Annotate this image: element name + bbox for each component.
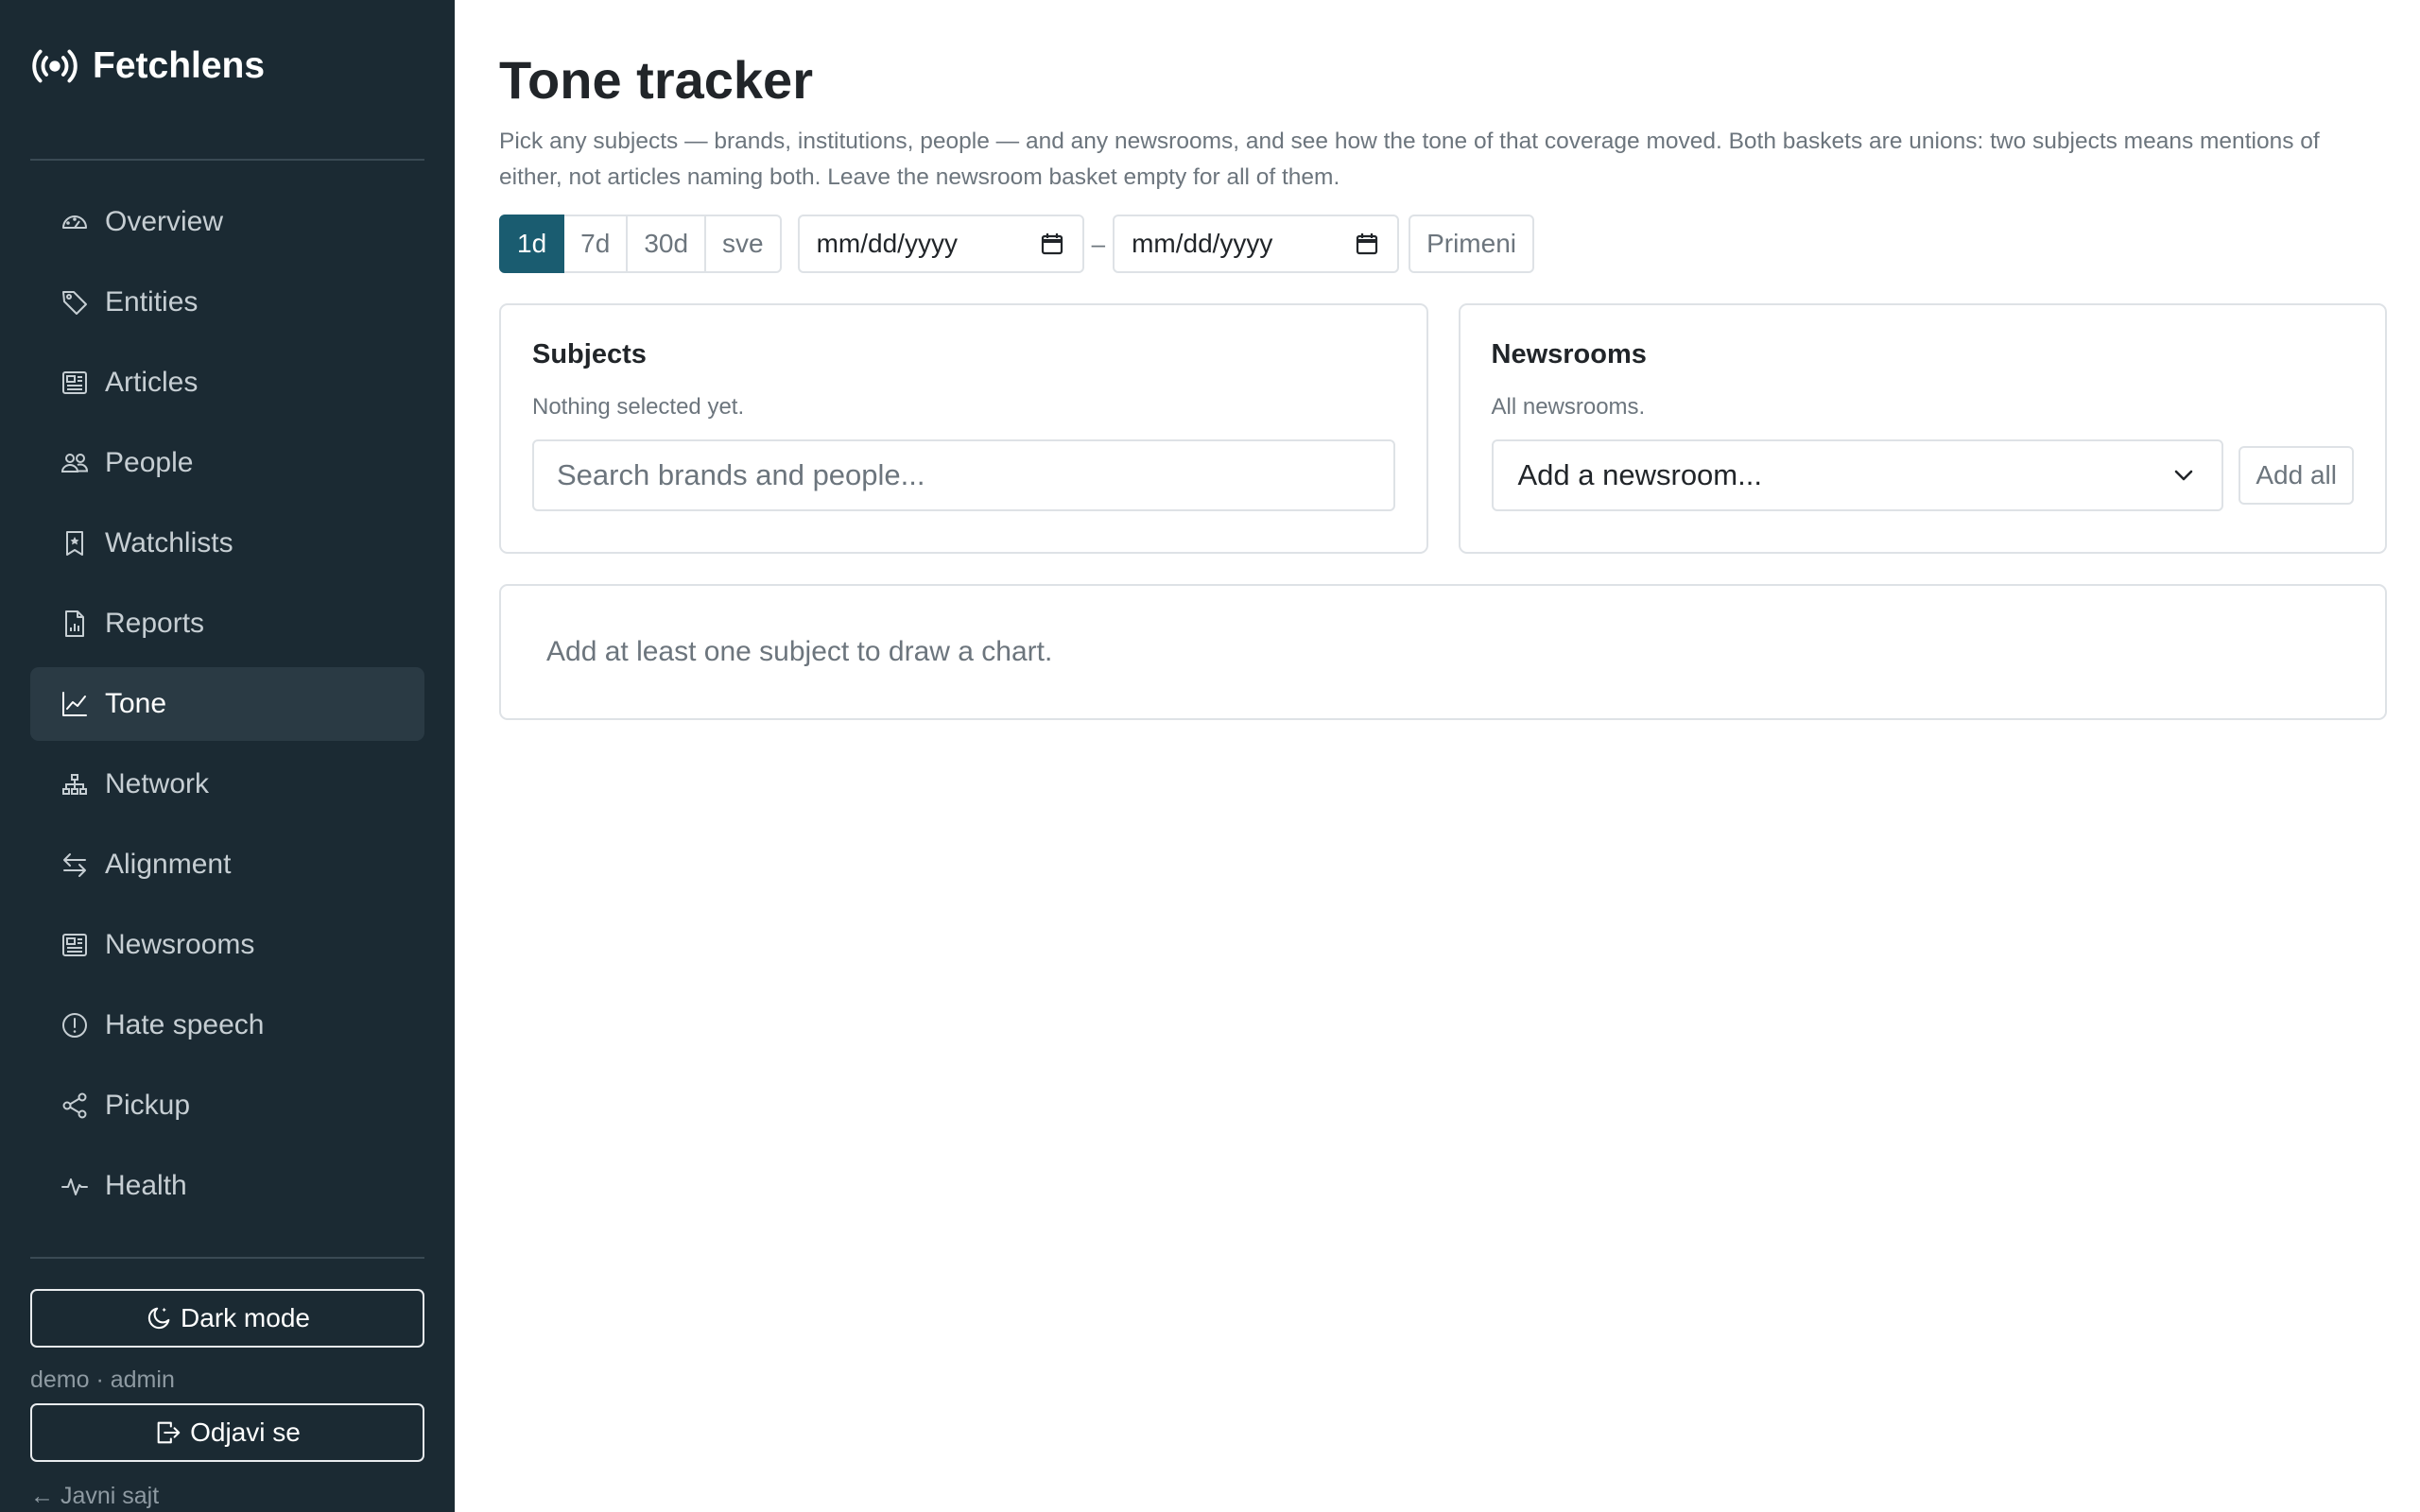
- arrows-exchange-icon: [60, 850, 90, 880]
- subject-search-input[interactable]: Search brands and people...: [532, 439, 1395, 511]
- sidebar-item-people[interactable]: People: [30, 426, 424, 500]
- calendar-icon[interactable]: [1039, 231, 1065, 257]
- sidebar-item-pickup[interactable]: Pickup: [30, 1069, 424, 1143]
- page-title: Tone tracker: [499, 50, 813, 110]
- range-button-group: 1d 7d 30d sve: [499, 215, 782, 273]
- range-button-7d[interactable]: 7d: [564, 215, 629, 273]
- logout-button[interactable]: Odjavi se: [30, 1403, 424, 1462]
- empty-chart-message: Add at least one subject to draw a chart…: [546, 636, 1053, 667]
- sidebar-item-hate-speech[interactable]: Hate speech: [30, 988, 424, 1062]
- sidebar-item-watchlists[interactable]: Watchlists: [30, 507, 424, 580]
- basket-cards: Subjects Nothing selected yet. Search br…: [499, 303, 2387, 554]
- sidebar-item-label: Tone: [105, 688, 167, 719]
- subjects-status: Nothing selected yet.: [532, 394, 745, 420]
- brand[interactable]: Fetchlens: [30, 0, 424, 132]
- date-from-placeholder: mm/dd/yyyy: [816, 229, 958, 258]
- sidebar: Fetchlens Overview Entities Articles Peo…: [0, 0, 455, 1512]
- sidebar-item-articles[interactable]: Articles: [30, 346, 424, 420]
- newsroom-select-row: Add a newsroom... Add all: [1491, 439, 2354, 511]
- box-arrow-right-icon: [154, 1418, 182, 1447]
- sidebar-item-tone[interactable]: Tone: [30, 667, 424, 741]
- diagram-icon: [60, 769, 90, 799]
- file-chart-icon: [60, 609, 90, 639]
- calendar-icon[interactable]: [1354, 231, 1380, 257]
- range-button-30d[interactable]: 30d: [628, 215, 707, 273]
- sidebar-item-overview[interactable]: Overview: [30, 185, 424, 259]
- range-button-1d[interactable]: 1d: [499, 215, 565, 273]
- sidebar-item-health[interactable]: Health: [30, 1149, 424, 1223]
- graph-up-icon: [60, 689, 90, 719]
- newspaper-icon: [60, 930, 90, 960]
- subjects-card: Subjects Nothing selected yet. Search br…: [499, 303, 1428, 554]
- sidebar-item-label: Watchlists: [105, 527, 233, 558]
- moon-stars-icon: [145, 1304, 173, 1332]
- newsroom-select[interactable]: Add a newsroom...: [1491, 439, 2224, 511]
- newsrooms-title: Newsrooms: [1491, 339, 1647, 369]
- newspaper-icon: [60, 368, 90, 398]
- dark-mode-button[interactable]: Dark mode: [30, 1289, 424, 1348]
- sidebar-item-label: Alignment: [105, 849, 232, 880]
- dark-mode-label: Dark mode: [181, 1303, 310, 1332]
- sidebar-item-label: Hate speech: [105, 1009, 265, 1040]
- main-content: Tone tracker Pick any subjects — brands,…: [455, 0, 2420, 1512]
- sidebar-item-reports[interactable]: Reports: [30, 587, 424, 661]
- apply-button[interactable]: Primeni: [1409, 215, 1534, 273]
- sidebar-item-entities[interactable]: Entities: [30, 266, 424, 339]
- bookmark-star-icon: [60, 528, 90, 558]
- share-icon: [60, 1091, 90, 1121]
- date-to-input[interactable]: mm/dd/yyyy: [1113, 215, 1400, 273]
- sidebar-item-label: Articles: [105, 367, 199, 398]
- date-range-toolbar: 1d 7d 30d sve mm/dd/yyyy – mm/dd/yyyy Pr…: [499, 215, 2387, 273]
- broadcast-icon: [30, 42, 79, 91]
- app-root: Fetchlens Overview Entities Articles Peo…: [0, 0, 2420, 1512]
- public-site-link[interactable]: ← Javni sajt: [30, 1483, 424, 1510]
- date-from-input[interactable]: mm/dd/yyyy: [797, 215, 1084, 273]
- page-description: Pick any subjects — brands, institutions…: [499, 129, 2320, 190]
- tags-icon: [60, 287, 90, 318]
- exclamation-circle-icon: [60, 1010, 90, 1040]
- sidebar-item-label: Overview: [105, 206, 224, 237]
- sidebar-item-label: Newsrooms: [105, 929, 255, 960]
- newsroom-select-value: Add a newsroom...: [1517, 458, 1762, 491]
- user-info: demo · admin: [30, 1366, 175, 1393]
- subjects-title: Subjects: [532, 339, 647, 369]
- sidebar-item-label: Pickup: [105, 1090, 191, 1121]
- logout-label: Odjavi se: [190, 1418, 301, 1447]
- people-icon: [60, 448, 90, 478]
- range-button-all[interactable]: sve: [706, 215, 782, 273]
- sidebar-item-label: People: [105, 447, 194, 478]
- sidebar-item-label: Entities: [105, 286, 199, 318]
- sidebar-item-label: Network: [105, 768, 210, 799]
- speedometer-icon: [60, 207, 90, 237]
- date-to-placeholder: mm/dd/yyyy: [1132, 229, 1273, 258]
- date-separator: –: [1091, 229, 1106, 258]
- newsrooms-status: All newsrooms.: [1491, 394, 1646, 420]
- brand-name: Fetchlens: [93, 45, 266, 86]
- sidebar-item-newsrooms[interactable]: Newsrooms: [30, 908, 424, 982]
- sidebar-divider: [30, 159, 424, 161]
- chevron-down-icon: [2170, 462, 2197, 489]
- add-all-button[interactable]: Add all: [2238, 446, 2354, 505]
- sidebar-item-label: Reports: [105, 608, 205, 639]
- sidebar-divider: [30, 1257, 424, 1259]
- sidebar-item-network[interactable]: Network: [30, 747, 424, 821]
- newsrooms-card: Newsrooms All newsrooms. Add a newsroom.…: [1458, 303, 2387, 554]
- activity-icon: [60, 1171, 90, 1201]
- sidebar-footer: Dark mode demo · admin Odjavi se ← Javni…: [30, 1257, 424, 1510]
- sidebar-item-alignment[interactable]: Alignment: [30, 828, 424, 902]
- sidebar-item-label: Health: [105, 1170, 187, 1201]
- chart-empty-state: Add at least one subject to draw a chart…: [499, 584, 2387, 720]
- sidebar-nav: Overview Entities Articles People Watchl…: [30, 185, 424, 1223]
